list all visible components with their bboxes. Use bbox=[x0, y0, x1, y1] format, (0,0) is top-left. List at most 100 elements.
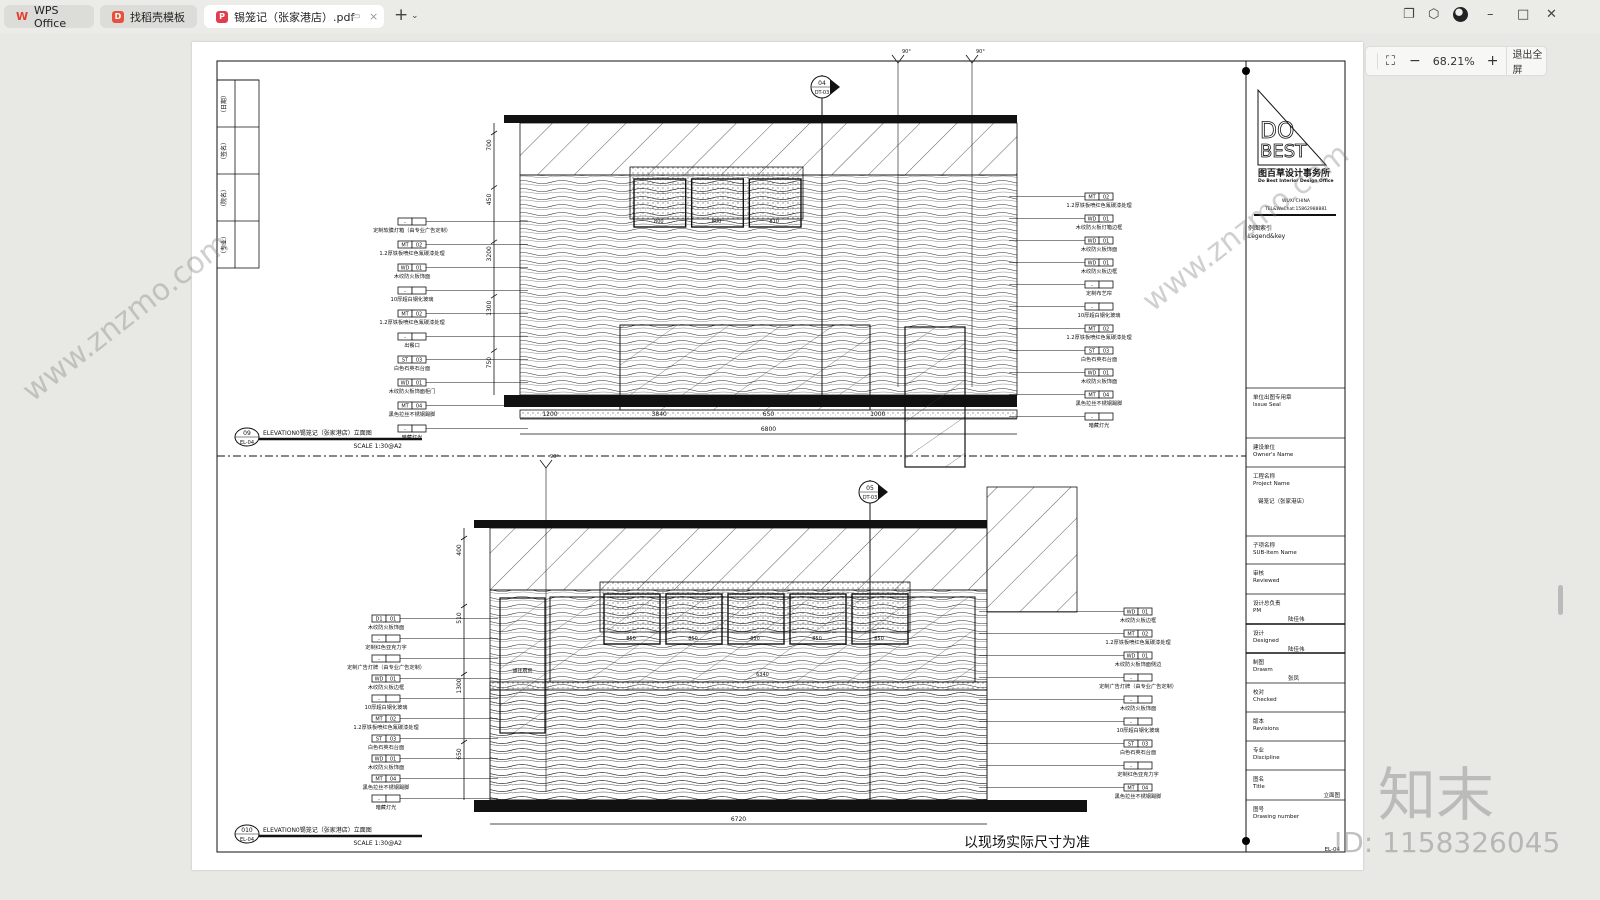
scrollbar-thumb[interactable] bbox=[1558, 585, 1563, 615]
field-label-cn: 审核 bbox=[1253, 569, 1265, 577]
material-tag bbox=[1098, 412, 1114, 421]
angle-marker bbox=[539, 459, 553, 469]
stamp-cell-label: （签名） bbox=[220, 139, 228, 163]
material-code: WD bbox=[375, 677, 384, 683]
material-label: 木纹防火板饰面侧边 bbox=[1115, 660, 1163, 668]
zoom-in-button[interactable]: + bbox=[1487, 53, 1499, 69]
site-dimension-note: 以现场实际尺寸为准 bbox=[964, 835, 1090, 851]
field-label-cn: 子项名称 bbox=[1253, 541, 1276, 549]
tabs-overview-icon[interactable]: ❐ bbox=[1403, 7, 1415, 22]
field-label-en: SUB-Item Name bbox=[1253, 550, 1297, 556]
material-label: 10厚超白钢化玻璃 bbox=[391, 295, 434, 303]
tab-wps-office[interactable]: W WPS Office bbox=[4, 4, 94, 30]
dimension-label: 3840 bbox=[652, 411, 667, 418]
exit-fullscreen-button[interactable]: 退出全屏 bbox=[1506, 46, 1546, 76]
material-tag bbox=[1098, 280, 1114, 289]
material-code: - bbox=[378, 657, 380, 663]
field-label-en: Discipline bbox=[1253, 755, 1280, 761]
dimension-label: 1850 bbox=[739, 400, 752, 406]
field-label-en: Designed bbox=[1253, 638, 1279, 644]
section-sheet: DT-03 bbox=[815, 90, 830, 96]
material-label: 木纹防火板边框 bbox=[368, 683, 404, 691]
material-label: 定制红色亚克力字 bbox=[365, 643, 407, 651]
logo-text: BEST bbox=[1260, 141, 1307, 162]
field-label-cn: 专业 bbox=[1253, 746, 1265, 754]
material-label: 定制广告灯牌（由专业广告定制） bbox=[1099, 682, 1177, 690]
field-label-cn: 图号 bbox=[1253, 805, 1265, 813]
material-code: MT bbox=[1088, 393, 1096, 399]
monitor-icon[interactable]: ▭ bbox=[351, 11, 360, 22]
tab-pdf-document[interactable]: P 锡笼记（张家港店）.pdf ▭ × bbox=[204, 5, 384, 28]
material-code: WD bbox=[401, 266, 410, 272]
tab-docer[interactable]: D 找稻壳模板 bbox=[100, 5, 197, 28]
field-label-en: Revisions bbox=[1253, 726, 1279, 732]
angle-marker bbox=[891, 54, 905, 64]
dimension-label: 6800 bbox=[761, 426, 776, 433]
field-value: 陆佳伟 bbox=[1288, 645, 1305, 653]
dimension-label: 1000 bbox=[870, 411, 885, 418]
material-code: ST bbox=[1128, 742, 1135, 748]
material-label: 木纹防火板饰面 bbox=[1120, 704, 1156, 712]
material-label: 定制布艺帘 bbox=[1086, 289, 1112, 297]
section-number: 05 bbox=[866, 485, 874, 492]
elevation-scale: SCALE 1:30@A2 bbox=[353, 443, 402, 450]
maximize-icon[interactable]: □ bbox=[1517, 7, 1529, 22]
material-tag bbox=[385, 654, 401, 663]
material-code: MT bbox=[1127, 632, 1135, 638]
material-code: 03 bbox=[1142, 742, 1148, 748]
field-label-cn: 图名 bbox=[1253, 775, 1264, 783]
zoom-level[interactable]: 68.21% bbox=[1433, 55, 1475, 68]
material-code: 01 bbox=[1103, 217, 1109, 223]
elevation-sheet: EL-04 bbox=[240, 440, 254, 446]
material-code: 01 bbox=[416, 381, 422, 387]
dimension-label: 650 bbox=[763, 411, 775, 418]
watermark-id: ID: 1158326045 bbox=[1334, 826, 1561, 859]
ceiling-beam bbox=[504, 115, 1017, 123]
material-tag bbox=[411, 424, 427, 433]
material-label: 木纹防火板饰面柜门 bbox=[389, 387, 436, 395]
material-tag bbox=[385, 634, 401, 643]
material-label: 1.2厚铁板喷红色氟碳漆处理 bbox=[1066, 201, 1132, 209]
material-label: 黑色拉丝不锈钢踢脚 bbox=[1115, 792, 1162, 800]
field-label-en: Project Name bbox=[1253, 481, 1290, 487]
angle-label: 90° bbox=[902, 49, 911, 55]
material-label: 10厚超白钢化玻璃 bbox=[1078, 311, 1121, 319]
field-value: 立面图 bbox=[1323, 791, 1340, 799]
material-label: 10厚超白钢化玻璃 bbox=[365, 703, 408, 711]
material-code: - bbox=[1130, 698, 1132, 704]
new-tab-button[interactable]: + bbox=[394, 5, 408, 25]
material-code: - bbox=[1130, 676, 1132, 682]
material-code: WD bbox=[1088, 217, 1097, 223]
material-code: 02 bbox=[390, 717, 396, 723]
dimension-label: 510 bbox=[456, 612, 463, 624]
legend-label: 例图索引 bbox=[1248, 224, 1272, 232]
material-code: MT bbox=[401, 404, 409, 410]
zoom-out-button[interactable]: − bbox=[1409, 53, 1421, 69]
material-label: 木纹防火板饰面 bbox=[368, 623, 404, 631]
close-tab-icon[interactable]: × bbox=[369, 10, 378, 23]
material-code: 02 bbox=[1103, 327, 1109, 333]
field-label-cn: 版本 bbox=[1253, 717, 1265, 725]
dimension-label: 450 bbox=[486, 193, 493, 205]
fit-page-icon[interactable]: ⛶ bbox=[1386, 54, 1395, 69]
material-label: 木纹防火板饰面 bbox=[1081, 245, 1117, 253]
avatar[interactable] bbox=[1453, 7, 1468, 22]
field-label-en: Owner's Name bbox=[1253, 452, 1294, 458]
material-code: WD bbox=[375, 757, 384, 763]
material-label: 暗藏灯光 bbox=[376, 803, 397, 811]
material-code: WD bbox=[1088, 239, 1097, 245]
close-icon[interactable]: ✕ bbox=[1546, 7, 1557, 22]
material-code: 01 bbox=[416, 266, 422, 272]
material-code: ST bbox=[1089, 349, 1096, 355]
material-label: 1.2厚铁板喷红色氟碳漆处理 bbox=[379, 249, 445, 257]
chevron-down-icon[interactable]: ⌄ bbox=[411, 11, 419, 21]
minimize-icon[interactable]: – bbox=[1487, 7, 1494, 22]
material-code: 01 bbox=[390, 617, 396, 623]
material-code: - bbox=[378, 797, 380, 803]
elevation-scale: SCALE 1:30@A2 bbox=[353, 840, 402, 847]
material-tag bbox=[411, 217, 427, 226]
angle-label: 90° bbox=[976, 49, 985, 55]
legend-label: Legend&key bbox=[1248, 233, 1286, 240]
material-tag bbox=[1137, 717, 1153, 726]
box-icon[interactable]: ⬡ bbox=[1428, 7, 1439, 22]
